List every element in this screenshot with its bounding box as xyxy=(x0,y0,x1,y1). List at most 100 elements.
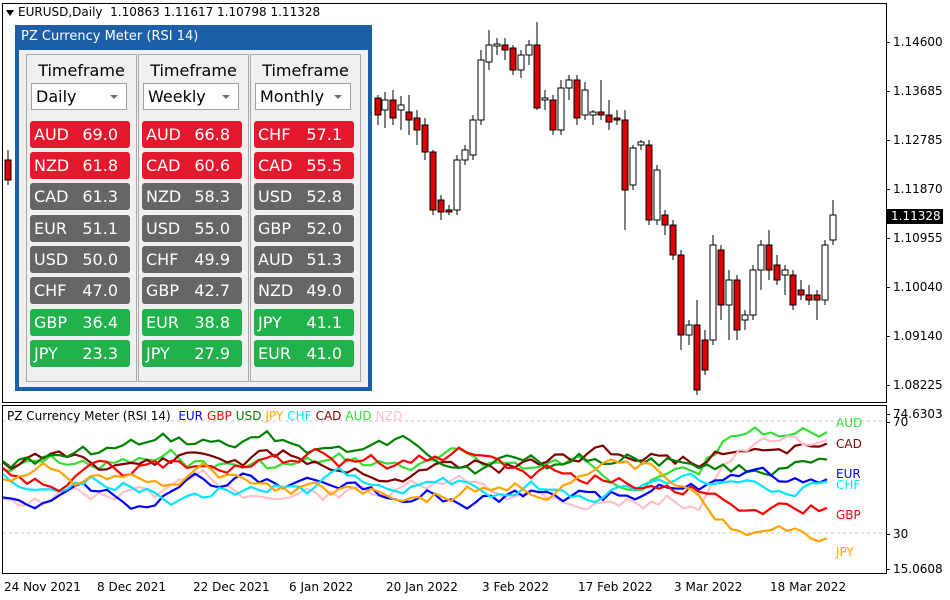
meter-cell: EUR 41.0 xyxy=(254,340,354,367)
end-label-aud: AUD xyxy=(836,416,863,430)
rsi-value: 52.0 xyxy=(306,219,342,238)
meter-cell: EUR 38.8 xyxy=(142,309,242,336)
rsi-value: 49.9 xyxy=(194,250,230,269)
timeframe-select-weekly[interactable]: Weekly xyxy=(143,83,239,110)
meter-cell: AUD 69.0 xyxy=(30,121,130,148)
chevron-down-icon xyxy=(334,95,342,99)
time-axis-label: 3 Mar 2022 xyxy=(674,580,743,594)
rsi-value: 51.3 xyxy=(306,250,342,269)
panel-title: PZ Currency Meter (RSI 14) xyxy=(21,29,199,44)
rsi-value: 41.1 xyxy=(306,313,342,332)
time-axis-label: 17 Feb 2022 xyxy=(578,580,653,594)
meter-cell: USD 50.0 xyxy=(30,246,130,273)
currency-code: USD xyxy=(258,187,293,206)
time-axis-label: 22 Dec 2021 xyxy=(193,580,270,594)
rsi-value: 51.1 xyxy=(82,219,118,238)
panel-body: Timeframe Daily AUD 69.0 NZD 61.8 CAD 61.3 … xyxy=(19,50,368,387)
meter-cell: GBP 36.4 xyxy=(30,309,130,336)
currency-code: NZD xyxy=(258,281,294,300)
legend-eur: EUR xyxy=(178,409,204,423)
meter-cell: EUR 51.1 xyxy=(30,215,130,242)
currency-code: NZD xyxy=(146,187,182,206)
chart-window[interactable]: EURUSD,Daily 1.10863 1.11617 1.10798 1.1… xyxy=(0,0,950,600)
rsi-value: 42.7 xyxy=(194,281,230,300)
meter-cell: CAD 55.5 xyxy=(254,152,354,179)
meter-cell: CHF 49.9 xyxy=(142,246,242,273)
time-axis-label: 18 Mar 2022 xyxy=(770,580,847,594)
currency-code: CAD xyxy=(34,187,69,206)
currency-code: JPY xyxy=(34,344,58,363)
indicator-axis-70: 70 xyxy=(885,415,909,429)
timeframe-column-weekly: Timeframe Weekly AUD 66.8 CAD 60.6 NZD 58.3… xyxy=(138,54,249,382)
currency-code: GBP xyxy=(258,219,292,238)
column-header: Timeframe xyxy=(38,61,125,80)
rsi-value: 47.0 xyxy=(82,281,118,300)
currency-code: CAD xyxy=(258,156,293,175)
legend-jpy: JPY xyxy=(265,409,284,423)
meter-cell: USD 52.8 xyxy=(254,183,354,210)
meter-cell: AUD 66.8 xyxy=(142,121,242,148)
meter-cell: NZD 49.0 xyxy=(254,277,354,304)
selected-timeframe: Weekly xyxy=(148,87,206,106)
meter-cell: USD 55.0 xyxy=(142,215,242,242)
currency-code: JPY xyxy=(146,344,170,363)
column-header: Timeframe xyxy=(262,61,349,80)
rsi-value: 38.8 xyxy=(194,313,230,332)
meter-cell: GBP 52.0 xyxy=(254,215,354,242)
currency-code: AUD xyxy=(258,250,293,269)
currency-code: EUR xyxy=(146,313,179,332)
indicator-title-bar: PZ Currency Meter (RSI 14) EUR GBP USD JPY C… xyxy=(7,409,406,423)
legend-aud: AUD xyxy=(345,409,372,423)
rsi-value: 27.9 xyxy=(194,344,230,363)
end-label-jpy: JPY xyxy=(836,545,854,559)
rsi-value: 55.5 xyxy=(306,156,342,175)
time-axis-label: 3 Feb 2022 xyxy=(482,580,550,594)
indicator-axis-30: 30 xyxy=(885,527,909,541)
indicator-title: PZ Currency Meter (RSI 14) xyxy=(7,409,171,423)
selected-timeframe: Daily xyxy=(36,87,77,106)
currency-code: CAD xyxy=(146,156,181,175)
currency-code: NZD xyxy=(34,156,70,175)
time-axis-label: 20 Jan 2022 xyxy=(386,580,458,594)
currency-code: USD xyxy=(146,219,181,238)
meter-cell: CHF 57.1 xyxy=(254,121,354,148)
legend-gbp: GBP xyxy=(207,409,232,423)
rsi-value: 23.3 xyxy=(82,344,118,363)
time-axis-label: 24 Nov 2021 xyxy=(4,580,81,594)
column-header: Timeframe xyxy=(150,61,237,80)
rsi-value: 60.6 xyxy=(194,156,230,175)
currency-code: GBP xyxy=(146,281,180,300)
currency-code: CHF xyxy=(146,250,179,269)
rsi-value: 52.8 xyxy=(306,187,342,206)
rsi-value: 58.3 xyxy=(194,187,230,206)
time-axis-label: 8 Dec 2021 xyxy=(97,580,167,594)
currency-code: CHF xyxy=(258,125,291,144)
timeframe-column-daily: Timeframe Daily AUD 69.0 NZD 61.8 CAD 61.3 … xyxy=(26,54,137,382)
currency-code: EUR xyxy=(34,219,67,238)
rsi-value: 57.1 xyxy=(306,125,342,144)
meter-cell: CHF 47.0 xyxy=(30,277,130,304)
rsi-value: 55.0 xyxy=(194,219,230,238)
chevron-down-icon xyxy=(110,95,118,99)
legend-usd: USD xyxy=(235,409,262,423)
rsi-value: 49.0 xyxy=(306,281,342,300)
currency-meter-panel[interactable]: PZ Currency Meter (RSI 14) Timeframe Dai… xyxy=(15,25,372,391)
rsi-value: 50.0 xyxy=(82,250,118,269)
timeframe-select-monthly[interactable]: Monthly xyxy=(255,83,351,110)
legend-nzd: NZD xyxy=(375,409,403,423)
meter-cell: CAD 61.3 xyxy=(30,183,130,210)
rsi-value: 66.8 xyxy=(194,125,230,144)
currency-code: CHF xyxy=(34,281,67,300)
timeframe-column-monthly: Timeframe Monthly CHF 57.1 CAD 55.5 USD 52.… xyxy=(250,54,361,382)
currency-code: EUR xyxy=(258,344,291,363)
meter-cell: AUD 51.3 xyxy=(254,246,354,273)
meter-cell: NZD 58.3 xyxy=(142,183,242,210)
chevron-down-icon xyxy=(222,95,230,99)
meter-cell: JPY 41.1 xyxy=(254,309,354,336)
currency-code: AUD xyxy=(146,125,181,144)
currency-strength-line xyxy=(2,429,828,477)
timeframe-select-daily[interactable]: Daily xyxy=(31,83,127,110)
end-label-cad: CAD xyxy=(836,437,862,451)
currency-code: GBP xyxy=(34,313,68,332)
legend-cad: CAD xyxy=(315,409,342,423)
